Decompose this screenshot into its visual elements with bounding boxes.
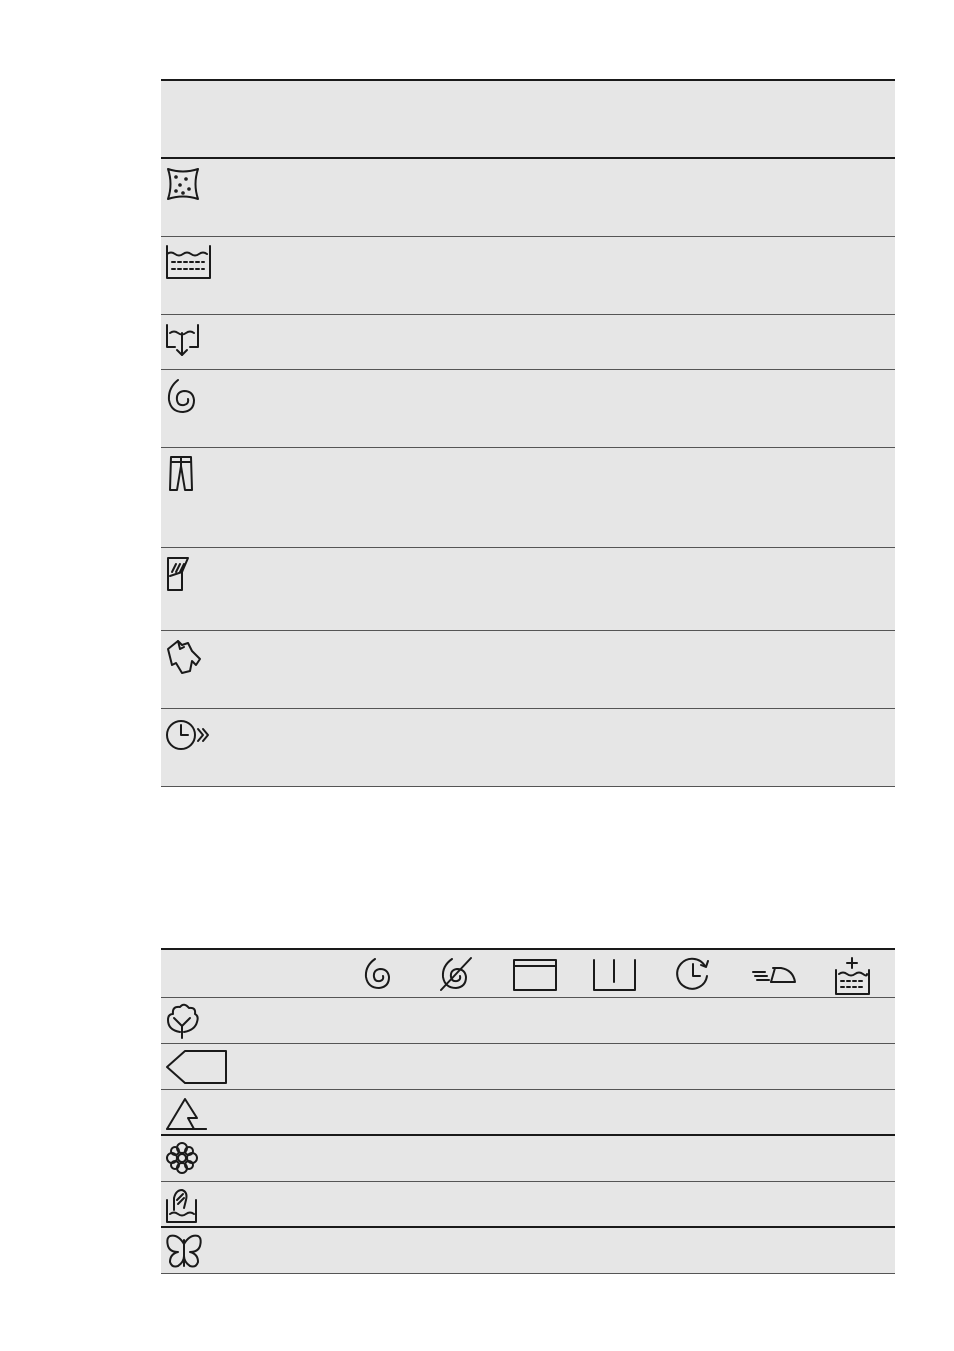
compatibility-table <box>161 948 895 1274</box>
option-row-time-save <box>161 709 895 787</box>
spin-icon <box>164 376 212 416</box>
rinse-hold-icon <box>512 956 557 992</box>
options-table-header <box>161 81 895 159</box>
night-cycle-icon <box>591 956 636 992</box>
stain-icon <box>164 165 212 205</box>
easy-iron-triangle-icon <box>164 1094 230 1132</box>
no-spin-icon <box>437 956 477 992</box>
program-row-easy-iron <box>161 1090 895 1136</box>
option-row-no-spin <box>161 315 895 370</box>
option-row-spin <box>161 370 895 448</box>
time-save-icon <box>164 715 212 755</box>
cotton-icon <box>164 1002 230 1040</box>
program-row-delicates <box>161 1136 895 1182</box>
delicates-icon <box>164 1140 230 1178</box>
easy-iron-icon <box>751 956 796 992</box>
program-row-cotton <box>161 998 895 1044</box>
options-table <box>161 79 895 787</box>
option-row-stain <box>161 159 895 237</box>
program-row-silk <box>161 1228 895 1274</box>
prewash-icon <box>164 243 212 283</box>
extra-rinse-icon <box>833 956 873 995</box>
shirt-icon <box>164 637 212 677</box>
silk-icon <box>164 1232 230 1270</box>
synthetics-icon <box>164 1048 230 1086</box>
option-row-jeans <box>161 448 895 548</box>
no-spin-drain-icon <box>164 321 212 361</box>
compatibility-table-header <box>161 950 895 998</box>
delay-start-icon <box>674 956 714 992</box>
wool-hand-wash-icon <box>164 1186 230 1224</box>
program-row-synthetics <box>161 1044 895 1090</box>
jeans-icon <box>164 454 212 494</box>
option-row-delicate <box>161 548 895 631</box>
option-row-shirt <box>161 631 895 709</box>
delicate-rinse-icon <box>164 554 212 594</box>
spin-icon <box>360 956 400 992</box>
program-row-wool <box>161 1182 895 1228</box>
option-row-prewash <box>161 237 895 315</box>
